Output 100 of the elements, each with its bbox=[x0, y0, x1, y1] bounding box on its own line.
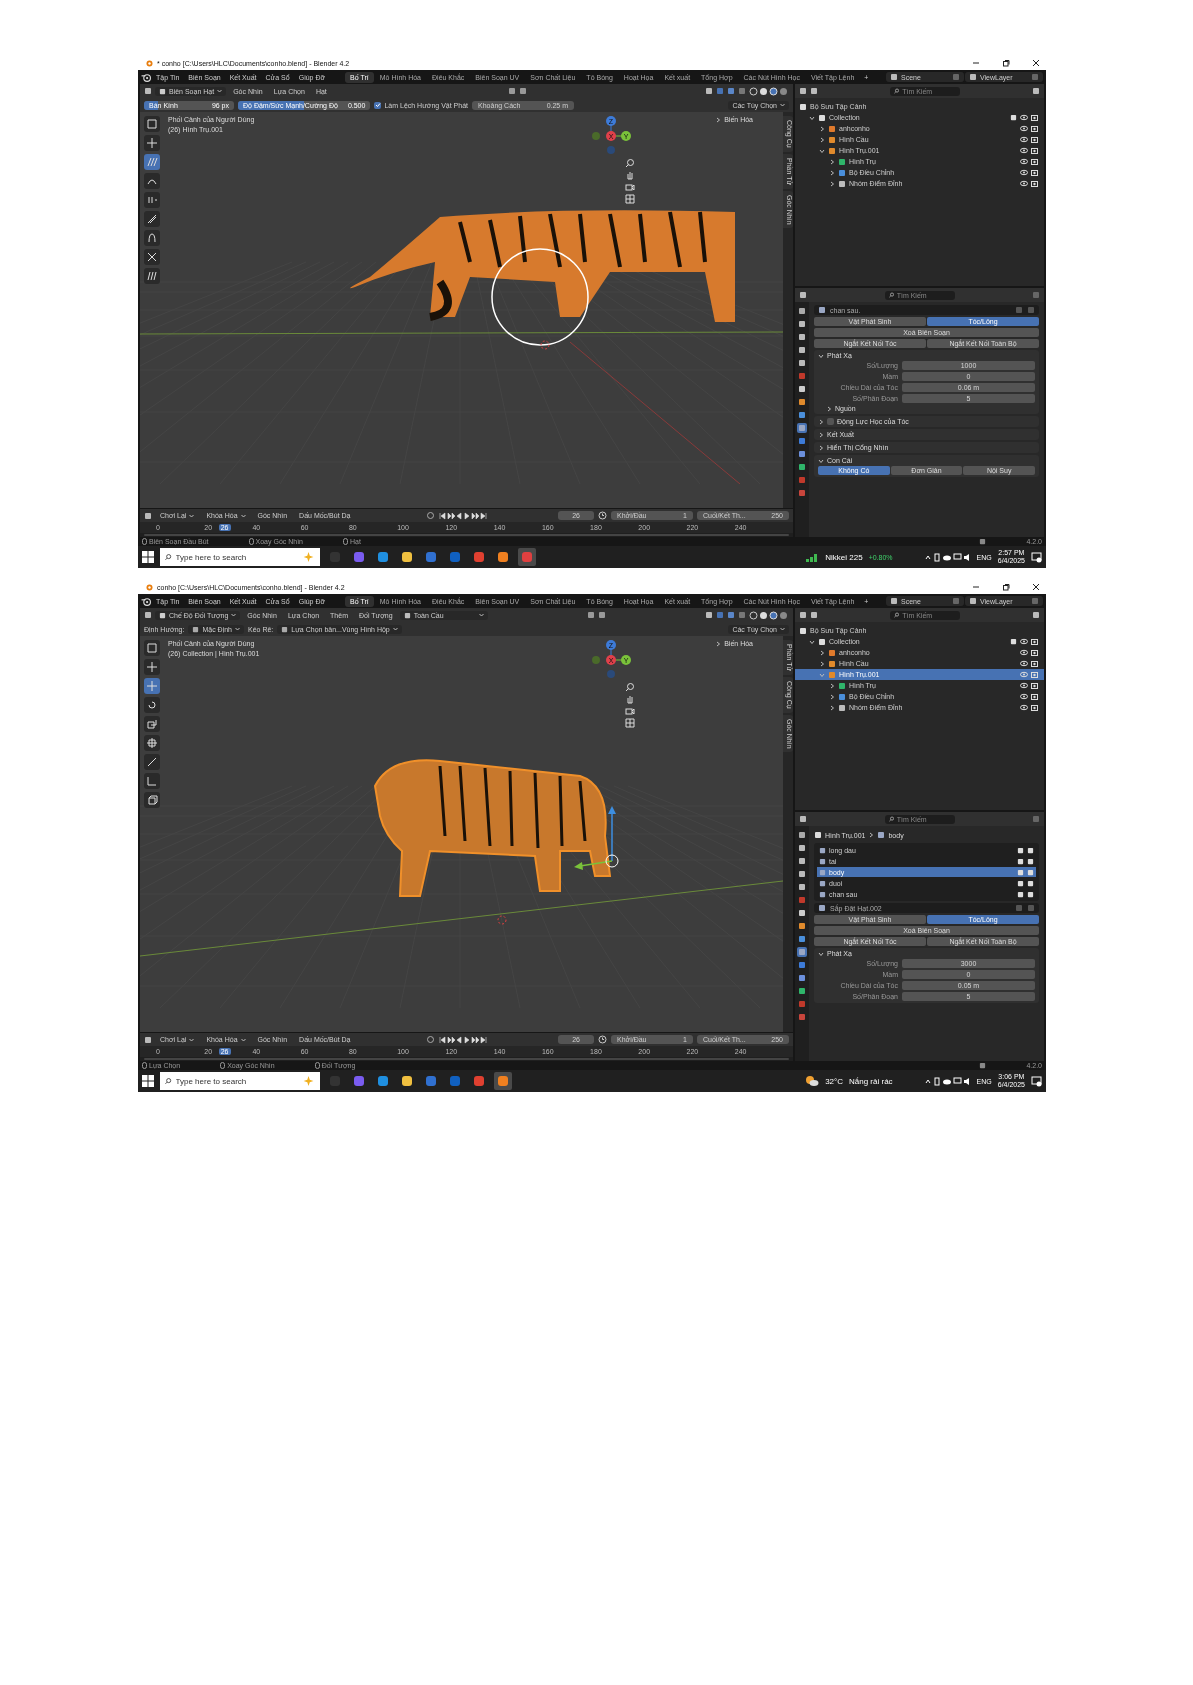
chevron-icon[interactable] bbox=[829, 158, 835, 165]
eye-icon[interactable] bbox=[1020, 660, 1028, 667]
app-icon bbox=[473, 1075, 485, 1087]
eye-icon[interactable] bbox=[1020, 693, 1028, 700]
caret-icon bbox=[780, 627, 785, 631]
search-input[interactable]: Type here to search bbox=[175, 1076, 298, 1086]
chevron-icon[interactable] bbox=[829, 169, 835, 176]
search-field[interactable]: Type here to search bbox=[160, 548, 320, 566]
grid-icon[interactable] bbox=[625, 194, 635, 204]
weather-text: Nắng rải rác bbox=[849, 1076, 893, 1086]
caret-icon bbox=[392, 627, 398, 631]
caret-icon bbox=[231, 613, 237, 617]
eye-icon[interactable] bbox=[1020, 158, 1028, 165]
eye-icon[interactable] bbox=[1020, 147, 1028, 154]
maximize-icon[interactable] bbox=[1002, 59, 1010, 67]
caret-icon bbox=[189, 513, 195, 518]
stock-name: Nikkei 225 bbox=[825, 552, 863, 562]
record-icon[interactable] bbox=[425, 1035, 435, 1044]
start-icon[interactable] bbox=[142, 551, 154, 563]
app-icon bbox=[497, 551, 509, 563]
search-input[interactable]: Type here to search bbox=[175, 552, 298, 562]
app-logo-icon bbox=[144, 583, 153, 591]
app-icon bbox=[353, 1075, 365, 1087]
cursor-3d-icon bbox=[497, 915, 507, 925]
chevron-icon[interactable] bbox=[819, 660, 825, 667]
eye-icon[interactable] bbox=[1020, 682, 1028, 689]
eye-icon[interactable] bbox=[1020, 704, 1028, 711]
search-icon bbox=[165, 553, 172, 561]
caret-icon bbox=[240, 513, 246, 518]
eye-icon[interactable] bbox=[1020, 180, 1028, 187]
chevron-icon[interactable] bbox=[818, 444, 824, 451]
shading-spheres-icon[interactable] bbox=[749, 610, 789, 620]
eye-icon[interactable] bbox=[1020, 125, 1028, 132]
notification-icon[interactable] bbox=[1031, 1075, 1042, 1087]
chevron-icon[interactable] bbox=[829, 180, 835, 187]
chevron-icon[interactable] bbox=[868, 832, 875, 838]
chevron-icon[interactable] bbox=[818, 418, 824, 425]
chevron-icon[interactable] bbox=[715, 116, 722, 123]
hand-icon[interactable] bbox=[625, 694, 635, 704]
app-icon bbox=[473, 551, 485, 563]
zoom-icon[interactable] bbox=[625, 682, 635, 692]
chevron-icon[interactable] bbox=[818, 950, 824, 957]
app-logo-icon[interactable] bbox=[141, 72, 151, 82]
chevron-icon[interactable] bbox=[818, 352, 824, 359]
cursor-3d-icon bbox=[540, 340, 550, 350]
app-icon bbox=[521, 551, 533, 563]
app-icon bbox=[377, 551, 389, 563]
tray-icons[interactable] bbox=[924, 1076, 971, 1086]
playback-controls-icon[interactable] bbox=[438, 511, 487, 520]
start-icon[interactable] bbox=[142, 1075, 154, 1087]
close-icon[interactable] bbox=[1032, 583, 1040, 591]
chevron-icon[interactable] bbox=[829, 704, 835, 711]
chevron-icon[interactable] bbox=[818, 431, 824, 438]
eye-icon[interactable] bbox=[1020, 649, 1028, 656]
record-icon[interactable] bbox=[425, 511, 435, 520]
zoom-icon[interactable] bbox=[625, 158, 635, 168]
transform-gizmo[interactable] bbox=[574, 806, 619, 870]
maximize-icon[interactable] bbox=[1002, 583, 1010, 591]
search-icon bbox=[888, 292, 894, 298]
chevron-icon[interactable] bbox=[819, 136, 825, 143]
chevron-icon[interactable] bbox=[819, 125, 825, 132]
clock-icon[interactable] bbox=[598, 1035, 607, 1044]
caret-icon bbox=[780, 103, 785, 107]
hand-icon[interactable] bbox=[625, 170, 635, 180]
mouse-icon bbox=[248, 538, 254, 545]
grid-icon[interactable] bbox=[625, 718, 635, 728]
chevron-icon[interactable] bbox=[829, 693, 835, 700]
chevron-icon[interactable] bbox=[809, 114, 815, 121]
chevron-icon[interactable] bbox=[819, 147, 825, 154]
app-icon bbox=[449, 1075, 461, 1087]
clock-icon[interactable] bbox=[598, 511, 607, 520]
eye-icon[interactable] bbox=[1020, 114, 1028, 121]
app-icon bbox=[377, 1075, 389, 1087]
checkbox[interactable] bbox=[827, 418, 834, 425]
notification-icon[interactable] bbox=[1031, 551, 1042, 563]
chevron-icon[interactable] bbox=[829, 682, 835, 689]
chevron-icon[interactable] bbox=[809, 638, 815, 645]
tray-icons[interactable] bbox=[924, 552, 971, 562]
mouse-icon bbox=[314, 1062, 320, 1069]
shading-spheres-icon[interactable] bbox=[749, 86, 789, 96]
search-field[interactable]: Type here to search bbox=[160, 1072, 320, 1090]
app-icon bbox=[401, 1075, 413, 1087]
close-icon[interactable] bbox=[1032, 59, 1040, 67]
app-logo-icon[interactable] bbox=[141, 596, 151, 606]
minimize-icon[interactable] bbox=[972, 583, 980, 591]
search-icon bbox=[894, 88, 900, 94]
minimize-icon[interactable] bbox=[972, 59, 980, 67]
app-icon bbox=[425, 551, 437, 563]
chevron-icon[interactable] bbox=[818, 457, 824, 464]
weather-icon bbox=[805, 1075, 820, 1087]
mouse-icon bbox=[220, 1062, 226, 1069]
checkbox[interactable] bbox=[374, 101, 382, 109]
chevron-icon[interactable] bbox=[715, 640, 722, 647]
eye-icon[interactable] bbox=[1020, 169, 1028, 176]
eye-icon[interactable] bbox=[1020, 638, 1028, 645]
playback-controls-icon[interactable] bbox=[438, 1035, 487, 1044]
chevron-icon[interactable] bbox=[819, 649, 825, 656]
chevron-icon[interactable] bbox=[826, 405, 832, 412]
eye-icon[interactable] bbox=[1020, 136, 1028, 143]
search-icon bbox=[894, 612, 900, 618]
